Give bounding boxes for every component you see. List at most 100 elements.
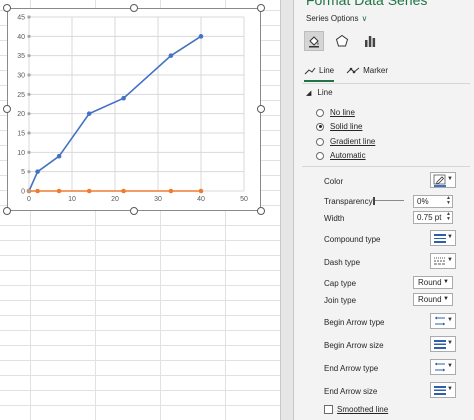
arrow-size-icon xyxy=(434,340,446,349)
join-type-value: Round xyxy=(418,295,442,304)
axis-point-marker xyxy=(27,189,31,193)
x-tick-label: 30 xyxy=(154,196,162,203)
end-arrow-size-label: End Arrow size xyxy=(324,387,378,396)
radio-gradient-line-label: Gradient line xyxy=(330,137,376,146)
radio-no-line[interactable]: No line xyxy=(316,108,355,117)
axis-point-marker xyxy=(27,54,31,58)
transparency-input[interactable]: 0% ▲ ▼ xyxy=(413,195,453,208)
series-1-point xyxy=(56,153,62,159)
tab-line[interactable]: Line xyxy=(304,66,334,75)
x-tick-label: 20 xyxy=(111,196,119,203)
dropdown-arrow-icon: ▼ xyxy=(447,176,453,182)
smoothed-line-checkbox-row[interactable]: Smoothed line xyxy=(324,405,388,414)
y-tick-label: 35 xyxy=(17,53,25,60)
width-label: Width xyxy=(324,214,345,223)
effects-pentagon-icon[interactable] xyxy=(332,31,352,51)
color-picker-button[interactable]: ▼ xyxy=(430,172,456,188)
chart-resize-handle-bottom-left[interactable] xyxy=(3,207,11,215)
dropdown-arrow-icon: ▼ xyxy=(443,296,449,302)
series-1-point xyxy=(121,95,126,101)
join-type-label: Join type xyxy=(324,296,357,305)
chart-resize-handle-top-left[interactable] xyxy=(3,4,11,12)
transparency-slider-thumb[interactable] xyxy=(373,197,375,205)
line-section-title: Line xyxy=(317,88,333,97)
radio-no-line-label: No line xyxy=(330,108,355,117)
x-tick-label: 40 xyxy=(197,196,205,203)
radio-automatic[interactable]: Automatic xyxy=(316,151,366,160)
axis-point-marker xyxy=(27,170,31,174)
chart-resize-handle-middle-left[interactable] xyxy=(3,105,11,113)
dash-type-button[interactable]: ▼ xyxy=(430,253,456,269)
radio-automatic-label: Automatic xyxy=(330,151,366,160)
dash-type-label: Dash type xyxy=(324,258,361,267)
width-value: 0.75 pt xyxy=(417,213,442,222)
tab-marker[interactable]: Marker xyxy=(346,66,388,75)
series-options-label: Series Options xyxy=(306,14,359,23)
radio-button[interactable] xyxy=(316,137,324,146)
y-tick-label: 20 xyxy=(17,111,25,118)
format-data-series-pane: Format Data Series Series Options ∨ Line … xyxy=(294,0,474,420)
chart-resize-handle-top-middle[interactable] xyxy=(130,4,138,12)
series-1-point xyxy=(35,169,40,174)
fill-line-icon[interactable] xyxy=(304,31,324,51)
line-section-header[interactable]: ◢ Line xyxy=(306,88,333,97)
line-icon xyxy=(304,67,316,74)
compound-type-label: Compound type xyxy=(324,235,381,244)
dropdown-arrow-icon: ▼ xyxy=(447,363,453,369)
begin-arrow-size-button[interactable]: ▼ xyxy=(430,336,456,352)
x-tick-label: 10 xyxy=(68,196,76,203)
series-2-point xyxy=(168,188,174,194)
transparency-slider[interactable] xyxy=(374,200,404,201)
radio-button[interactable] xyxy=(316,108,324,117)
smoothed-line-label: Smoothed line xyxy=(337,405,389,414)
y-tick-label: 5 xyxy=(21,169,25,176)
cap-type-label: Cap type xyxy=(324,279,357,288)
y-tick-label: 25 xyxy=(17,92,25,99)
spinner-icon[interactable]: ▲ ▼ xyxy=(446,196,451,206)
pane-separator xyxy=(302,83,470,84)
scatter-chart[interactable]: 0 5 10 15 20 25 30 35 40 45 0 10 20 30 40 50 xyxy=(8,9,262,212)
worksheet-area[interactable]: 0 5 10 15 20 25 30 35 40 45 0 10 20 30 40 50 xyxy=(0,0,280,420)
series-2-point xyxy=(121,188,126,194)
end-arrow-type-label: End Arrow type xyxy=(324,364,379,373)
radio-solid-line[interactable]: Solid line xyxy=(316,122,362,131)
begin-arrow-type-button[interactable]: ▼ xyxy=(430,313,456,329)
chart-resize-handle-bottom-middle[interactable] xyxy=(130,207,138,215)
y-tick-label: 15 xyxy=(17,131,25,138)
dropdown-arrow-icon: ▼ xyxy=(447,340,453,346)
transparency-value: 0% xyxy=(417,197,429,206)
chart-resize-handle-bottom-right[interactable] xyxy=(257,207,265,215)
arrow-type-icon xyxy=(435,362,445,372)
axis-point-marker xyxy=(27,15,31,19)
width-input[interactable]: 0.75 pt ▲ ▼ xyxy=(413,211,453,224)
series-options-bars-icon[interactable] xyxy=(360,31,380,51)
dash-lines-icon xyxy=(434,257,446,265)
spinner-icon[interactable]: ▲ ▼ xyxy=(446,212,451,222)
chart-area[interactable]: 0 5 10 15 20 25 30 35 40 45 0 10 20 30 40 50 xyxy=(7,8,261,211)
x-tick-label: 50 xyxy=(240,196,248,203)
arrow-type-icon xyxy=(435,316,445,326)
radio-button[interactable] xyxy=(316,151,324,160)
chart-resize-handle-top-right[interactable] xyxy=(257,4,265,12)
radio-gradient-line[interactable]: Gradient line xyxy=(316,137,375,146)
cap-type-select[interactable]: Round ▼ xyxy=(413,276,453,289)
join-type-select[interactable]: Round ▼ xyxy=(413,293,453,306)
pane-splitter[interactable] xyxy=(280,0,294,420)
begin-arrow-type-label: Begin Arrow type xyxy=(324,318,385,327)
compound-type-button[interactable]: ▼ xyxy=(430,230,456,246)
series-2-point xyxy=(56,188,62,194)
pane-separator xyxy=(302,166,470,167)
end-arrow-type-button[interactable]: ▼ xyxy=(430,359,456,375)
radio-button-checked[interactable] xyxy=(316,122,324,131)
axis-point-marker xyxy=(27,112,31,116)
end-arrow-size-button[interactable]: ▼ xyxy=(430,382,456,398)
tab-line-label: Line xyxy=(319,66,335,75)
dropdown-arrow-icon: ▼ xyxy=(443,279,449,285)
series-options-dropdown[interactable]: Series Options ∨ xyxy=(306,14,367,23)
dropdown-arrow-icon: ▼ xyxy=(447,386,453,392)
chart-resize-handle-middle-right[interactable] xyxy=(257,105,265,113)
x-tick-label: 0 xyxy=(27,196,31,203)
transparency-label: Transparency xyxy=(324,197,373,206)
smoothed-line-checkbox[interactable] xyxy=(324,405,333,414)
y-tick-label: 10 xyxy=(17,150,25,157)
